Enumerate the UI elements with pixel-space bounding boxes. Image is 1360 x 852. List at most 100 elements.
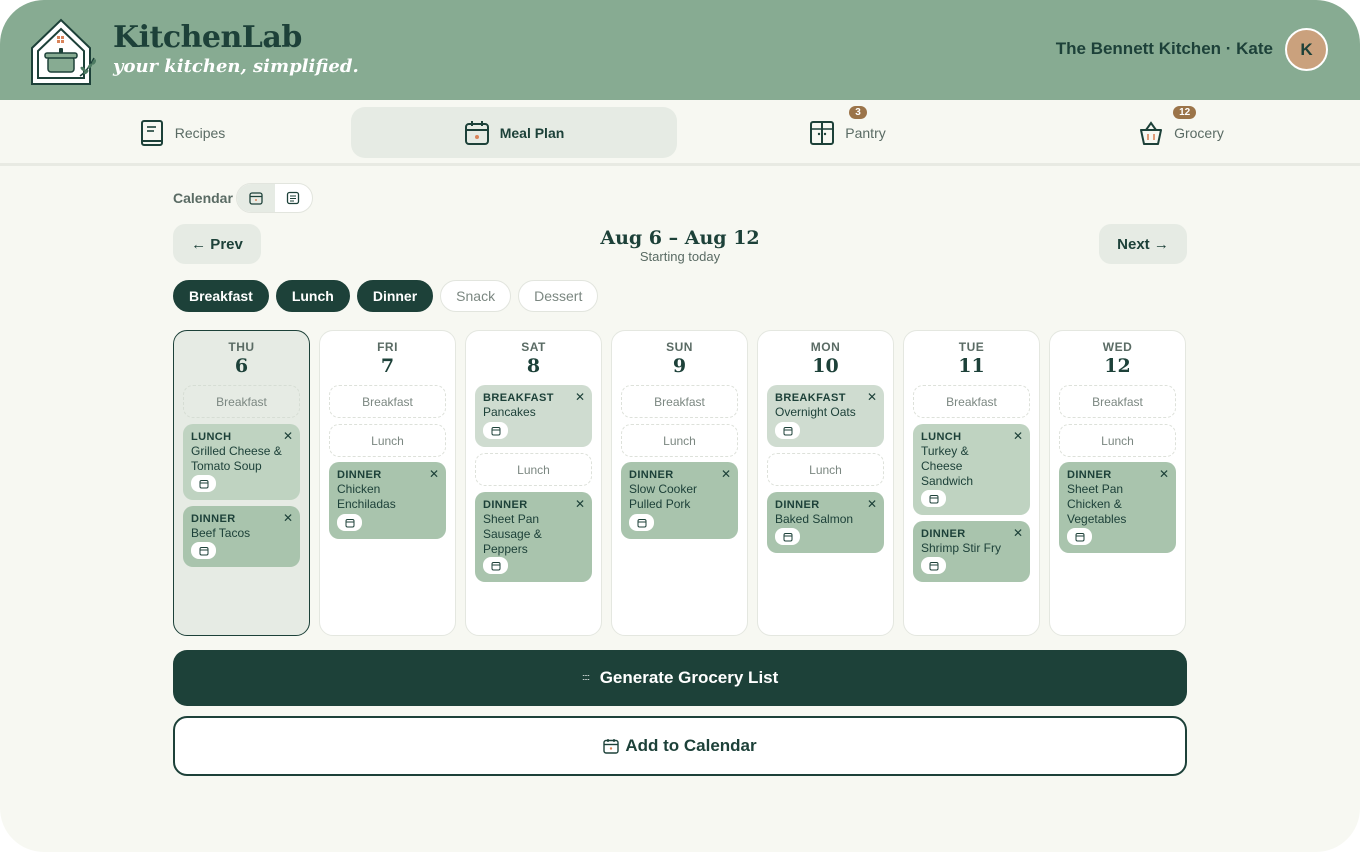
nav-tab-pantry[interactable]: 3 Pantry (790, 105, 905, 158)
avatar[interactable]: K (1285, 28, 1328, 71)
view-label: Calendar (173, 190, 233, 206)
add-to-calendar-icon[interactable] (483, 422, 508, 439)
day-number: 12 (1104, 355, 1131, 377)
meal-name: Baked Salmon (775, 512, 854, 526)
empty-slot-breakfast[interactable]: Breakfast (329, 385, 446, 418)
view-toggle (236, 183, 313, 213)
meal-card[interactable]: BREAKFAST Pancakes ✕ (475, 385, 592, 447)
basket-icon: 12 (1138, 105, 1197, 147)
meal-name: Chicken Enchiladas (337, 482, 396, 511)
day-column-sat: SAT 8 BREAKFAST Pancakes ✕ Lunch DINNER … (465, 330, 602, 636)
add-to-calendar-icon[interactable] (191, 475, 216, 492)
remove-meal-button[interactable]: ✕ (867, 497, 877, 511)
day-number: 9 (672, 355, 687, 377)
next-week-button[interactable]: Next → (1099, 224, 1187, 264)
nav-tab-grocery[interactable]: 12 Grocery (1120, 105, 1242, 158)
remove-meal-button[interactable]: ✕ (1013, 526, 1023, 540)
day-name: WED (1102, 340, 1133, 354)
meal-name: Pancakes (483, 405, 536, 419)
add-calendar-label: Add to Calendar (625, 736, 757, 755)
empty-slot-lunch[interactable]: Lunch (767, 453, 884, 486)
date-range-title: Aug 6 – Aug 12 (600, 227, 760, 249)
nav-label-meal-plan: Meal Plan (499, 124, 565, 141)
calendar-icon (249, 192, 263, 205)
remove-meal-button[interactable]: ✕ (1159, 467, 1169, 481)
add-to-calendar-icon[interactable] (191, 542, 216, 559)
day-column-tue: TUE 11 Breakfast LUNCH Turkey & Cheese S… (903, 330, 1040, 636)
meal-name: Beef Tacos (191, 526, 251, 540)
add-to-calendar-icon[interactable] (775, 422, 800, 439)
empty-slot-breakfast[interactable]: Breakfast (183, 385, 300, 418)
remove-meal-button[interactable]: ✕ (867, 390, 877, 404)
filter-chip-lunch[interactable]: Lunch (275, 280, 350, 312)
meal-name: Sheet Pan Sausage & Peppers (483, 512, 542, 556)
meal-card[interactable]: DINNER Shrimp Stir Fry ✕ (913, 521, 1030, 582)
empty-slot-lunch[interactable]: Lunch (475, 453, 592, 486)
generate-label: Generate Grocery List (599, 668, 779, 687)
meal-type: DINNER (1067, 469, 1112, 481)
main-nav: Recipes Meal Plan 3 Pantry 12 Grocery (0, 100, 1360, 166)
remove-meal-button[interactable]: ✕ (721, 467, 731, 481)
meal-name: Grilled Cheese & Tomato Soup (191, 444, 282, 473)
empty-slot-lunch[interactable]: Lunch (1059, 424, 1176, 457)
empty-slot-lunch[interactable]: Lunch (329, 424, 446, 457)
empty-slot-breakfast[interactable]: Breakfast (1059, 385, 1176, 418)
calendar-icon (603, 739, 620, 754)
nav-label-recipes: Recipes (174, 124, 226, 141)
remove-meal-button[interactable]: ✕ (283, 429, 293, 443)
meal-card[interactable]: LUNCH Grilled Cheese & Tomato Soup ✕ (183, 424, 300, 500)
remove-meal-button[interactable]: ✕ (575, 390, 585, 404)
day-number: 8 (526, 355, 541, 377)
meal-type: DINNER (775, 499, 820, 511)
filter-chip-dinner[interactable]: Dinner (356, 280, 434, 312)
add-to-calendar-icon[interactable] (775, 528, 800, 545)
list-view-button[interactable] (275, 184, 313, 212)
meal-card[interactable]: DINNER Chicken Enchiladas ✕ (329, 462, 446, 539)
add-to-calendar-icon[interactable] (629, 514, 654, 531)
add-to-calendar-icon[interactable] (921, 557, 946, 574)
app-window: KitchenLab your kitchen, simplified. The… (0, 0, 1360, 852)
day-name: FRI (377, 340, 398, 354)
meal-type: LUNCH (921, 431, 962, 443)
nav-label-pantry: Pantry (845, 124, 886, 141)
meal-card[interactable]: DINNER Baked Salmon ✕ (767, 492, 884, 553)
meal-card[interactable]: LUNCH Turkey & Cheese Sandwich ✕ (913, 424, 1030, 515)
prev-week-button[interactable]: ← Prev (173, 224, 261, 264)
grocery-badge: 12 (1173, 105, 1197, 119)
remove-meal-button[interactable]: ✕ (575, 497, 585, 511)
meal-name: Overnight Oats (775, 405, 856, 419)
meal-type: DINNER (629, 469, 674, 481)
meal-type: DINNER (337, 469, 382, 481)
remove-meal-button[interactable]: ✕ (429, 467, 439, 481)
day-column-mon: MON 10 BREAKFAST Overnight Oats ✕ Lunch … (757, 330, 894, 636)
meal-card[interactable]: DINNER Beef Tacos ✕ (183, 506, 300, 567)
empty-slot-breakfast[interactable]: Breakfast (913, 385, 1030, 418)
add-to-calendar-icon[interactable] (483, 557, 508, 574)
house-pot-icon[interactable] (28, 14, 102, 88)
add-to-calendar-button[interactable]: Add to Calendar (173, 716, 1187, 776)
nav-tab-meal-plan[interactable]: Meal Plan (351, 107, 677, 158)
meal-card[interactable]: DINNER Sheet Pan Sausage & Peppers ✕ (475, 492, 592, 582)
meal-card[interactable]: BREAKFAST Overnight Oats ✕ (767, 385, 884, 447)
add-to-calendar-icon[interactable] (1067, 528, 1092, 545)
day-column-sun: SUN 9 Breakfast Lunch DINNER Slow Cooker… (611, 330, 748, 636)
meal-name: Shrimp Stir Fry (921, 541, 1002, 555)
nav-tab-recipes[interactable]: Recipes (120, 107, 244, 158)
filter-chip-breakfast[interactable]: Breakfast (173, 280, 269, 312)
filter-chip-snack[interactable]: Snack (440, 280, 512, 312)
brand-title: KitchenLab (113, 20, 302, 55)
meal-card[interactable]: DINNER Slow Cooker Pulled Pork ✕ (621, 462, 738, 539)
add-to-calendar-icon[interactable] (337, 514, 362, 531)
remove-meal-button[interactable]: ✕ (1013, 429, 1023, 443)
calendar-view-button[interactable] (237, 184, 275, 212)
filter-chip-dessert[interactable]: Dessert (518, 280, 599, 312)
nav-label-grocery: Grocery (1174, 124, 1224, 141)
add-to-calendar-icon[interactable] (921, 490, 946, 507)
brand-tagline: your kitchen, simplified. (113, 56, 359, 77)
empty-slot-breakfast[interactable]: Breakfast (621, 385, 738, 418)
empty-slot-lunch[interactable]: Lunch (621, 424, 738, 457)
remove-meal-button[interactable]: ✕ (283, 511, 293, 525)
generate-grocery-list-button[interactable]: Generate Grocery List (173, 650, 1187, 706)
meal-card[interactable]: DINNER Sheet Pan Chicken & Vegetables ✕ (1059, 462, 1176, 553)
recipe-book-icon (139, 119, 165, 147)
